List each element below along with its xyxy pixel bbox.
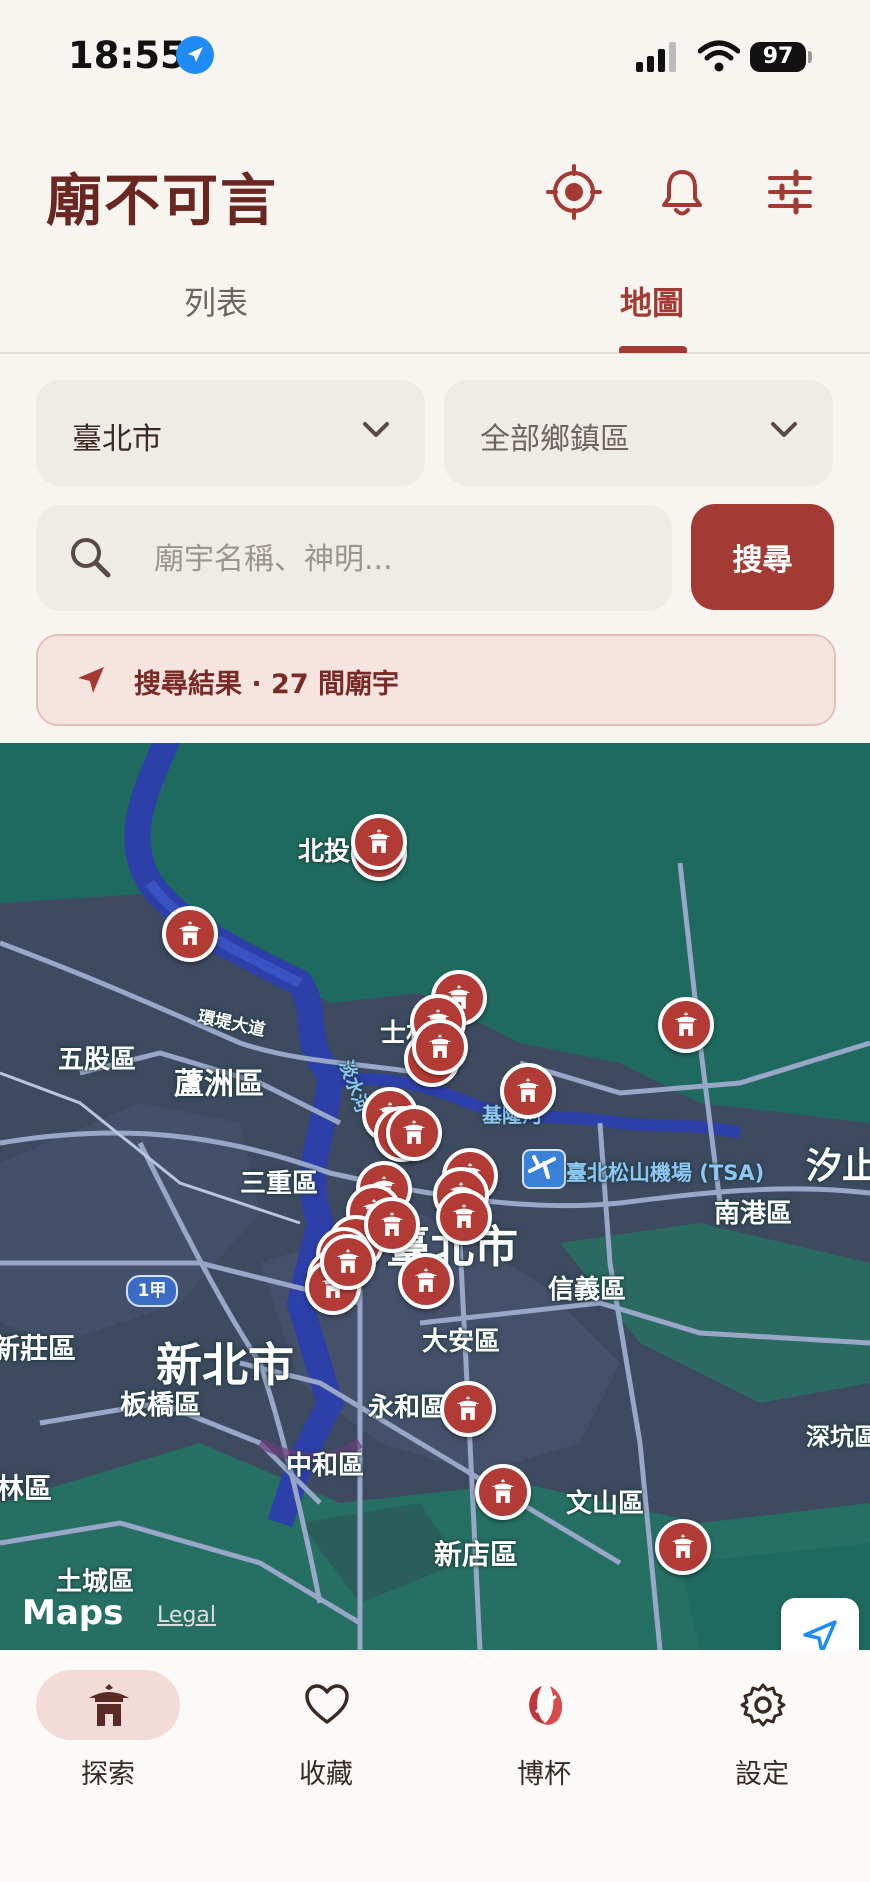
apple-maps-logo: Maps (22, 1593, 124, 1633)
route-shield: 1甲 (126, 1275, 178, 1307)
map-label-wenshan: 文山區 (566, 1489, 645, 1519)
city-select-value: 臺北市 (72, 422, 162, 457)
city-select[interactable]: 臺北市 (36, 380, 425, 486)
nav-moon-blocks-label: 博杯 (517, 1759, 571, 1790)
location-arrow-icon (176, 36, 214, 74)
chevron-down-icon (363, 422, 389, 437)
temple-icon (452, 1204, 476, 1228)
map-label-luzhou: 蘆洲區 (174, 1067, 264, 1102)
nav-settings-label: 設定 (735, 1759, 789, 1790)
temple-map-pin[interactable] (475, 1464, 531, 1520)
app-title: 廟不可言 (46, 169, 278, 234)
temple-icon (456, 1396, 480, 1420)
tab-list[interactable]: 列表 (184, 278, 248, 324)
temple-icon (491, 1479, 515, 1503)
bell-icon[interactable] (654, 164, 710, 220)
temple-map-pin[interactable] (320, 1234, 376, 1290)
moon-blocks-icon (529, 1686, 563, 1725)
view-tabs: 列表 地圖 (0, 260, 870, 354)
temple-map-pin[interactable] (386, 1105, 442, 1161)
nav-explore-label: 探索 (81, 1759, 135, 1790)
locate-me-button[interactable] (781, 1598, 859, 1650)
status-bar: 18:55 97 (0, 0, 870, 110)
temple-map-pin[interactable] (162, 906, 218, 962)
search-icon (71, 538, 111, 578)
temple-map-pin[interactable] (398, 1253, 454, 1309)
search-field[interactable] (36, 505, 672, 611)
map-label-wugu: 五股區 (58, 1045, 137, 1075)
map-label-xinzhuang: 新莊區 (0, 1332, 77, 1365)
airport-icon (522, 1149, 566, 1189)
temple-icon (671, 1534, 695, 1558)
nav-settings[interactable]: 設定 (690, 1670, 834, 1790)
temple-icon (336, 1249, 360, 1273)
temple-icon (402, 1120, 426, 1144)
battery-tip (808, 51, 812, 63)
temple-icon (674, 1012, 698, 1036)
temple-map-pin[interactable] (440, 1381, 496, 1437)
location-arrow-icon (803, 1620, 837, 1650)
location-target-icon[interactable] (546, 164, 602, 220)
map-label-xinyi: 信義區 (548, 1275, 627, 1305)
temple-map-pin[interactable] (364, 1197, 420, 1253)
temple-map[interactable]: 北投區 士林區 五股區 蘆洲區 環堤大道 淡水河 基隆河 臺北松山機場 (TSA… (0, 743, 870, 1650)
map-label-nangang: 南港區 (714, 1199, 793, 1229)
map-label-sanchong: 三重區 (240, 1169, 319, 1199)
temple-icon (516, 1078, 540, 1102)
temple-icon (380, 1212, 404, 1236)
nav-moon-blocks[interactable]: 博杯 (472, 1670, 616, 1790)
map-label-shenkeng: 深坑區 (806, 1423, 870, 1451)
status-time: 18:55 (68, 34, 186, 77)
temple-icon (414, 1268, 438, 1292)
district-select[interactable]: 全部鄉鎮區 (444, 380, 833, 486)
temple-map-pin[interactable] (351, 814, 407, 870)
result-banner: 搜尋結果 · 27 間廟宇 (36, 634, 836, 726)
battery-indicator: 97 (750, 42, 806, 72)
search-button[interactable]: 搜尋 (691, 504, 834, 610)
map-label-yonghe: 永和區 (368, 1393, 447, 1423)
map-label-xizhi: 汐止 (806, 1146, 870, 1187)
temple-map-pin[interactable] (500, 1063, 556, 1119)
nav-explore[interactable]: 探索 (36, 1670, 180, 1790)
map-label-linkou: 林區 (0, 1472, 53, 1505)
wifi-icon (698, 40, 740, 72)
temple-map-pin[interactable] (436, 1189, 492, 1245)
active-tab-indicator (619, 346, 687, 353)
temple-icon (178, 921, 202, 945)
heart-icon (305, 1684, 349, 1724)
temple-icon (428, 1034, 452, 1058)
map-label-banqiao: 板橋區 (120, 1390, 201, 1421)
sliders-icon[interactable] (762, 164, 818, 220)
temple-icon (89, 1684, 129, 1726)
map-legal-link[interactable]: Legal (157, 1603, 216, 1628)
tab-map[interactable]: 地圖 (620, 278, 684, 324)
map-label-zhonghe: 中和區 (286, 1451, 365, 1481)
map-label-xindian: 新店區 (434, 1538, 519, 1571)
nav-favorites-label: 收藏 (299, 1759, 353, 1790)
gear-icon (740, 1683, 786, 1727)
result-count-text: 搜尋結果 · 27 間廟宇 (134, 669, 400, 700)
map-label-airport: 臺北松山機場 (TSA) (566, 1161, 765, 1185)
temple-map-pin[interactable] (655, 1519, 711, 1575)
temple-icon (367, 829, 391, 853)
search-input[interactable] (152, 533, 636, 585)
chevron-down-icon (771, 422, 797, 437)
nav-favorites[interactable]: 收藏 (254, 1670, 398, 1790)
navigation-arrow-icon (78, 667, 104, 693)
cellular-signal-icon (636, 42, 676, 72)
temple-map-pin[interactable] (658, 997, 714, 1053)
district-select-value: 全部鄉鎮區 (480, 422, 630, 457)
map-label-daan: 大安區 (422, 1327, 501, 1357)
temple-map-pin[interactable] (412, 1019, 468, 1075)
